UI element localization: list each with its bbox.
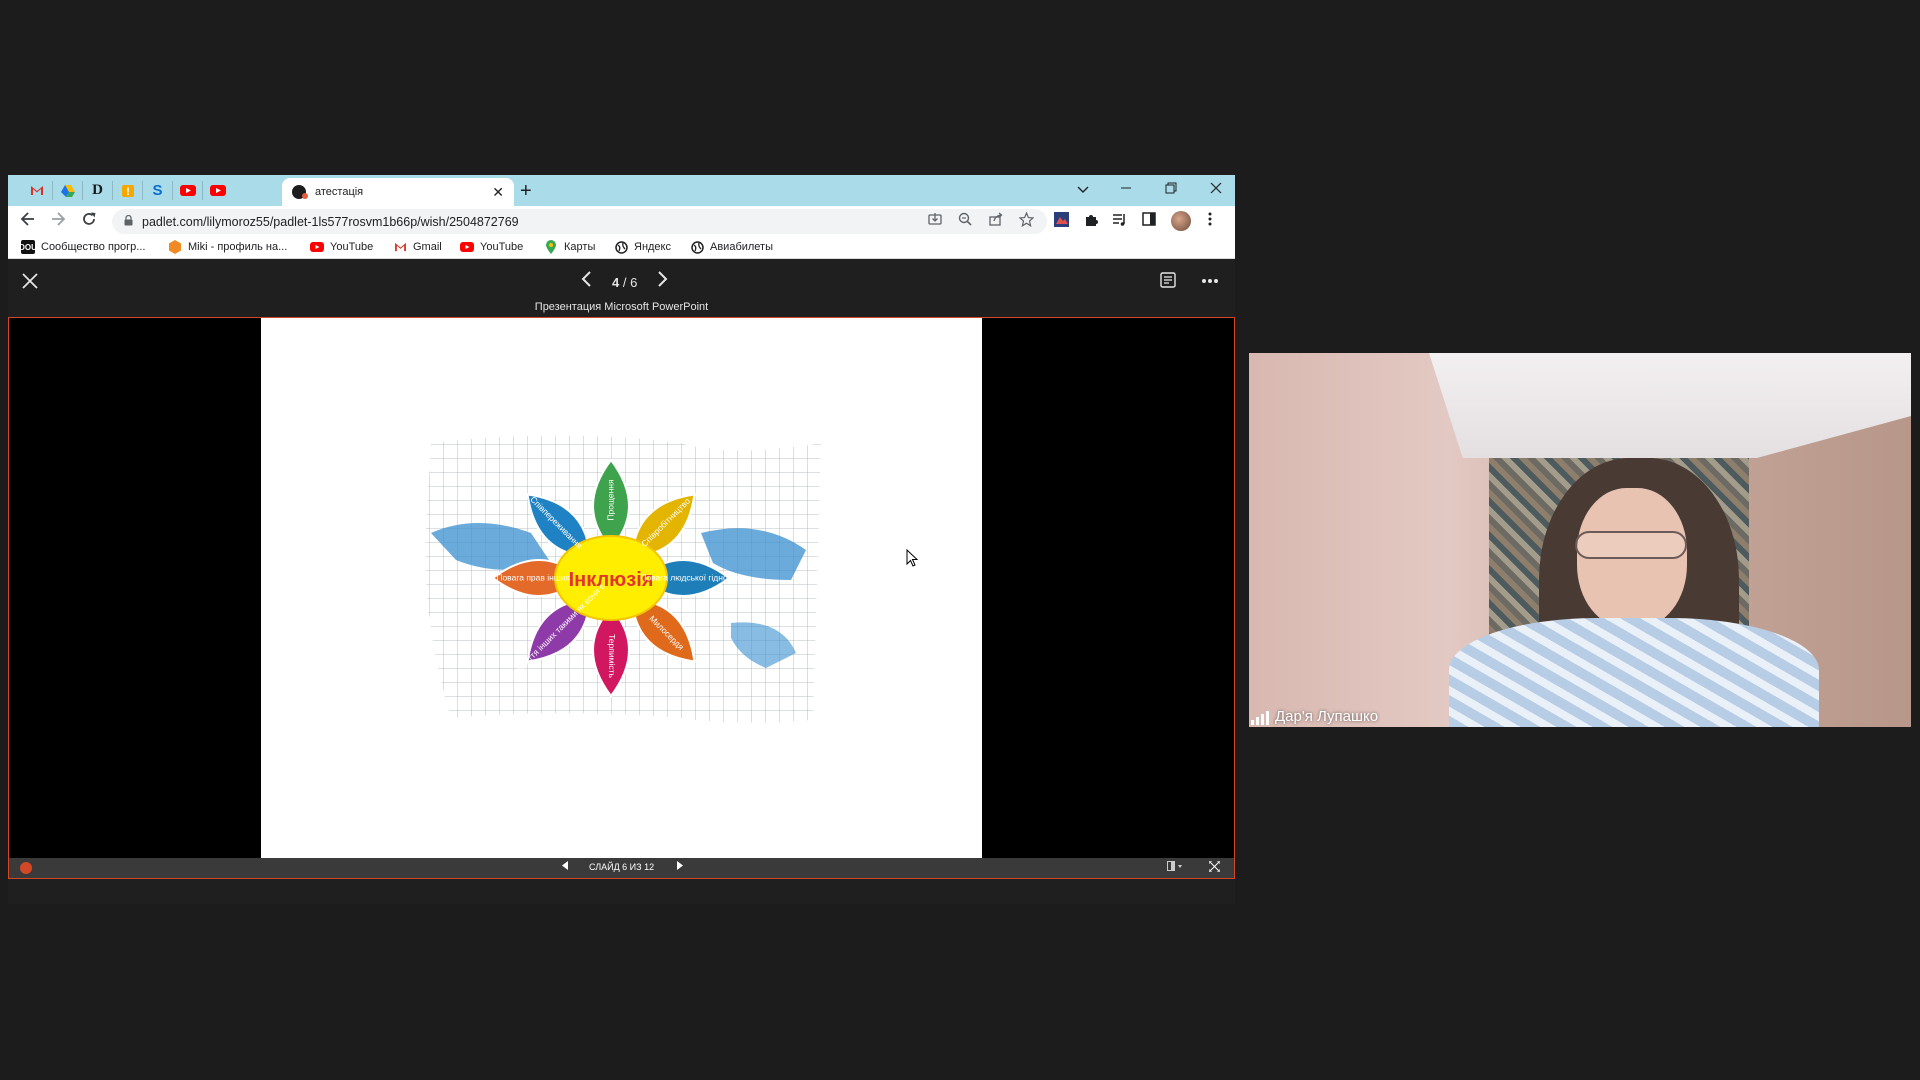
- powerpoint-embed: Інклюзія Прощення Співробітництво Повага л…: [8, 317, 1235, 879]
- slide-next-icon[interactable]: [677, 861, 683, 873]
- attachment-caption: Презентация Microsoft PowerPoint: [534, 301, 709, 313]
- bookmark-dou[interactable]: DOU Сообщество прогр...: [19, 240, 145, 254]
- gmail-icon: [393, 240, 407, 254]
- fullscreen-icon[interactable]: [1208, 860, 1221, 875]
- petal-label: Терпимість: [607, 634, 617, 678]
- bookmark-gmail[interactable]: Gmail: [393, 240, 442, 254]
- youtube-tab-icon[interactable]: [202, 181, 232, 200]
- viewer-close-icon[interactable]: [21, 270, 39, 296]
- slide: Інклюзія Прощення Співробітництво Повага л…: [261, 318, 982, 860]
- view-mode-icon[interactable]: [1167, 861, 1183, 874]
- bookmark-aviabilety[interactable]: Авиабилеты: [690, 240, 773, 254]
- mouse-cursor-icon: [906, 548, 919, 572]
- new-tab-button[interactable]: +: [520, 180, 532, 203]
- bookmark-youtube[interactable]: YouTube: [460, 240, 523, 254]
- tab-strip: D S атестація ✕ +: [8, 175, 1235, 206]
- globe-icon: [690, 240, 704, 254]
- slide-previous-icon[interactable]: [562, 861, 568, 873]
- page-counter: 4 / 6: [612, 275, 637, 290]
- lock-icon[interactable]: [124, 214, 133, 229]
- pager: 4 / 6: [580, 270, 669, 294]
- webcam-video-tile[interactable]: Дар'я Лупашко: [1249, 353, 1911, 727]
- bookmark-yandex[interactable]: Яндекс: [614, 240, 671, 254]
- minimize-button[interactable]: [1120, 181, 1132, 197]
- youtube-icon: [460, 240, 474, 254]
- slide-counter: СЛАЙД 6 ИЗ 12: [589, 862, 655, 872]
- miki-icon: [168, 240, 182, 254]
- browser-window: D S атестація ✕ + padlet.com/lilymoroz55…: [8, 175, 1235, 904]
- youtube-tab-icon[interactable]: [172, 181, 202, 200]
- kebab-menu-icon[interactable]: [1208, 212, 1212, 229]
- participant-label: Дар'я Лупашко: [1251, 708, 1378, 725]
- petal-label: Повага людської гідності: [640, 572, 738, 582]
- bookmark-miki[interactable]: Miki - профиль на...: [168, 240, 287, 254]
- youtube-icon: [310, 240, 324, 254]
- bookmarks-bar: DOU Сообщество прогр... Miki - профиль н…: [8, 237, 1235, 259]
- previous-chevron-icon[interactable]: [580, 270, 592, 294]
- participant-glasses: [1575, 531, 1687, 559]
- active-tab[interactable]: атестація ✕: [282, 178, 514, 206]
- room-ceiling: [1429, 353, 1911, 458]
- d-tab-icon[interactable]: D: [82, 181, 112, 200]
- star-bookmark-icon[interactable]: [1018, 211, 1035, 230]
- alert-tab-icon[interactable]: [112, 181, 142, 200]
- tab-close-icon[interactable]: ✕: [492, 184, 504, 201]
- petal-label: Прощення: [605, 479, 615, 521]
- participant-name: Дар'я Лупашко: [1275, 708, 1379, 725]
- next-chevron-icon[interactable]: [657, 270, 669, 294]
- globe-icon: [614, 240, 628, 254]
- petal-label: Повага прав інших: [496, 572, 570, 582]
- restore-button[interactable]: [1165, 181, 1177, 197]
- powerpoint-status-bar: СЛАЙД 6 ИЗ 12: [9, 858, 1234, 878]
- install-app-icon[interactable]: [928, 212, 942, 229]
- zoom-icon[interactable]: [958, 212, 972, 229]
- gmail-tab-icon[interactable]: [22, 181, 52, 200]
- window-close-button[interactable]: [1210, 181, 1222, 197]
- connection-signal-icon: [1251, 711, 1269, 725]
- browser-toolbar: padlet.com/lilymoroz55/padlet-1ls577rosv…: [8, 206, 1235, 237]
- powerpoint-logo-icon: [20, 862, 32, 874]
- share-icon[interactable]: [989, 212, 1003, 229]
- back-arrow-icon[interactable]: [20, 211, 36, 232]
- tab-title: атестація: [315, 186, 364, 198]
- extensions-puzzle-icon[interactable]: [1084, 212, 1099, 230]
- bookmark-maps[interactable]: Карты: [544, 240, 595, 254]
- s-tab-icon[interactable]: S: [142, 181, 172, 200]
- padlet-favicon-icon: [292, 185, 308, 199]
- participant-sweater: [1449, 618, 1819, 727]
- bookmark-youtube[interactable]: YouTube: [310, 240, 373, 254]
- address-bar[interactable]: padlet.com/lilymoroz55/padlet-1ls577rosv…: [112, 209, 1047, 234]
- forward-arrow-icon[interactable]: [50, 211, 66, 232]
- url-text: padlet.com/lilymoroz55/padlet-1ls577rosv…: [142, 214, 519, 229]
- inclusion-flower-diagram: Інклюзія Прощення СпівробітництвоПовага л…: [425, 435, 821, 723]
- extension-image-icon[interactable]: [1054, 212, 1069, 230]
- media-control-icon[interactable]: [1112, 212, 1127, 230]
- dou-icon: DOU: [19, 240, 37, 254]
- reload-icon[interactable]: [81, 211, 97, 232]
- attachment-viewer: 4 / 6 Презентация Microsoft PowerPoint І…: [8, 259, 1235, 904]
- page-current: 4: [612, 274, 620, 290]
- drive-tab-icon[interactable]: [52, 181, 82, 200]
- more-options-icon[interactable]: [1201, 267, 1219, 290]
- notes-icon[interactable]: [1160, 272, 1176, 292]
- page-total: / 6: [622, 274, 638, 290]
- maps-pin-icon: [544, 240, 558, 254]
- tab-search-chevron-down-icon[interactable]: [1077, 181, 1089, 197]
- side-panel-icon[interactable]: [1142, 212, 1156, 229]
- profile-avatar[interactable]: [1171, 211, 1191, 231]
